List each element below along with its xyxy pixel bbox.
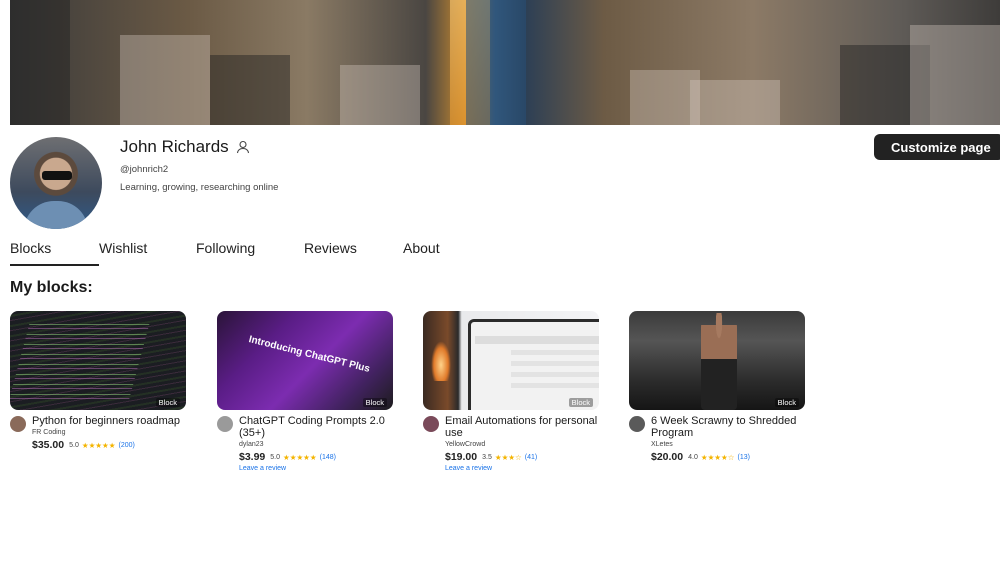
- profile-name: John Richards: [120, 137, 229, 156]
- thumbnail-text: Introducing ChatGPT Plus: [247, 334, 371, 375]
- star-rating-icon: ★★★☆: [494, 452, 522, 462]
- customize-page-button[interactable]: Customize page: [874, 134, 1000, 160]
- card-title[interactable]: Email Automations for personal use: [445, 415, 599, 439]
- card-thumbnail[interactable]: Block: [10, 311, 186, 410]
- block-card[interactable]: Block 6 Week Scrawny to Shredded Program…: [629, 311, 805, 463]
- block-tag: Block: [568, 398, 593, 407]
- tab-following[interactable]: Following: [196, 240, 304, 266]
- block-card[interactable]: Block Python for beginners roadmap FR Co…: [10, 311, 186, 451]
- seller-avatar[interactable]: [423, 416, 439, 432]
- card-thumbnail[interactable]: Introducing ChatGPT Plus Block: [217, 311, 393, 410]
- price: $19.00: [445, 451, 478, 463]
- block-tag: Block: [362, 398, 387, 407]
- profile-avatar[interactable]: [10, 137, 102, 229]
- seller-name[interactable]: YellowCrowd: [445, 441, 599, 448]
- star-rating-icon: ★★★★★: [283, 452, 317, 462]
- gmail-screen-image: [468, 319, 599, 410]
- profile-tabs: Blocks Wishlist Following Reviews About: [10, 240, 440, 266]
- tab-reviews[interactable]: Reviews: [304, 240, 403, 266]
- block-tag: Block: [155, 398, 180, 407]
- review-count[interactable]: (13): [737, 454, 749, 461]
- candle-image: [431, 341, 451, 381]
- card-title[interactable]: ChatGPT Coding Prompts 2.0 (35+): [239, 415, 393, 439]
- user-icon: [236, 140, 249, 154]
- rating-value: 5.0: [270, 453, 281, 461]
- cover-building: [466, 0, 526, 125]
- profile-bio: Learning, growing, researching online: [120, 182, 279, 193]
- cover-building: [120, 35, 210, 125]
- cover-building: [910, 25, 1000, 125]
- cover-building: [10, 0, 70, 125]
- profile-handle: @johnrich2: [120, 164, 169, 175]
- seller-name[interactable]: FR Coding: [32, 429, 186, 436]
- tab-about[interactable]: About: [403, 240, 440, 266]
- tab-blocks[interactable]: Blocks: [10, 240, 99, 266]
- review-count[interactable]: (200): [118, 442, 134, 449]
- review-count[interactable]: (41): [525, 454, 537, 461]
- rating-value: 3.5: [482, 453, 492, 461]
- review-count[interactable]: (148): [320, 454, 336, 461]
- seller-avatar[interactable]: [217, 416, 233, 432]
- avatar-shirt: [24, 201, 88, 229]
- leave-review-link[interactable]: Leave a review: [239, 465, 393, 472]
- athlete-image: [701, 313, 737, 410]
- block-card[interactable]: Introducing ChatGPT Plus Block ChatGPT C…: [217, 311, 393, 472]
- cover-building: [690, 80, 780, 125]
- price: $3.99: [239, 451, 266, 463]
- tab-wishlist[interactable]: Wishlist: [99, 240, 196, 266]
- seller-name[interactable]: dylan23: [239, 441, 393, 448]
- card-thumbnail[interactable]: Block: [629, 311, 805, 410]
- profile-name-row: John Richards: [120, 137, 250, 157]
- card-thumbnail[interactable]: Block: [423, 311, 599, 410]
- seller-avatar[interactable]: [629, 416, 645, 432]
- avatar-glasses: [42, 171, 72, 180]
- section-title: My blocks:: [10, 279, 93, 296]
- rating-value: 4.0: [688, 453, 698, 461]
- price: $20.00: [651, 451, 684, 463]
- leave-review-link[interactable]: Leave a review: [445, 465, 599, 472]
- card-title[interactable]: 6 Week Scrawny to Shredded Program: [651, 415, 805, 439]
- card-title[interactable]: Python for beginners roadmap: [32, 415, 186, 427]
- seller-name[interactable]: XLetes: [651, 441, 805, 448]
- seller-avatar[interactable]: [10, 416, 26, 432]
- star-rating-icon: ★★★★☆: [700, 452, 735, 462]
- rating-value: 5.0: [69, 441, 79, 449]
- cover-building: [340, 65, 420, 125]
- star-rating-icon: ★★★★★: [81, 440, 116, 450]
- block-card[interactable]: Block Email Automations for personal use…: [423, 311, 599, 472]
- cover-building: [210, 55, 290, 125]
- price: $35.00: [32, 439, 65, 451]
- block-tag: Block: [774, 398, 799, 407]
- cover-banner: [10, 0, 1000, 125]
- code-screen-image: [10, 319, 151, 399]
